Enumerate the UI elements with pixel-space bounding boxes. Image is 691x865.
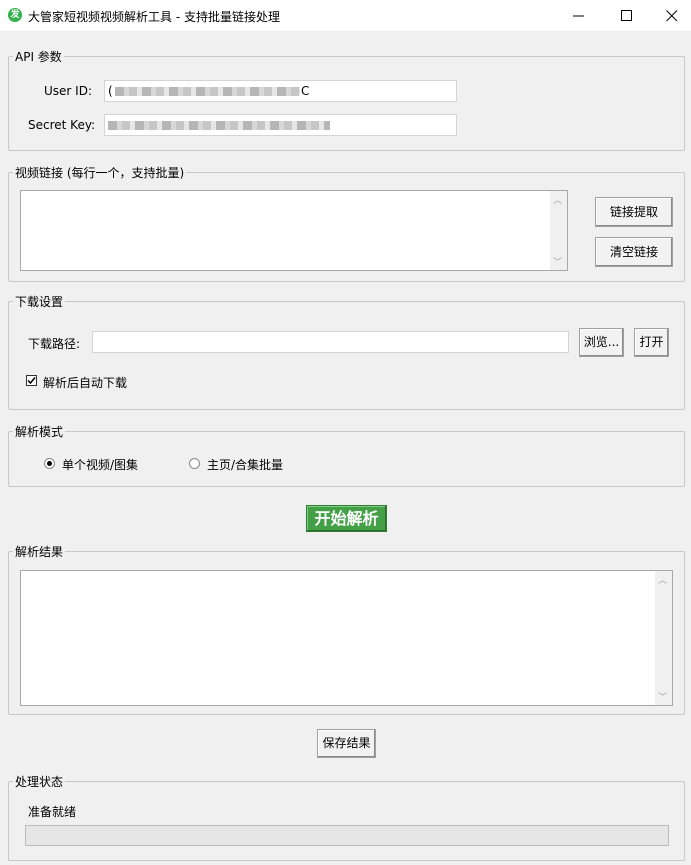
maximize-button[interactable] [603,0,649,31]
save-results-label: 保存结果 [322,736,371,750]
results-scroll-down-icon[interactable]: ﹀ [658,690,667,703]
user-id-suffix: C [301,84,310,98]
open-folder-label: 打开 [639,335,664,349]
scroll-up-icon[interactable]: ︿ [553,193,562,206]
results-textarea[interactable]: ︿ ﹀ [20,570,673,706]
status-legend: 处理状态 [15,775,64,789]
user-id-prefix: ( [108,84,113,98]
video-links-textarea[interactable]: ︿ ﹀ [20,190,568,271]
status-group: 处理状态 [8,773,685,861]
mode-single-radio[interactable] [44,458,55,469]
clear-links-label: 清空链接 [609,245,658,259]
auto-download-label: 解析后自动下载 [43,376,128,390]
app-icon: 发 [8,8,22,22]
extract-links-button[interactable]: 链接提取 [595,197,673,227]
results-legend: 解析结果 [15,545,64,559]
download-path-field[interactable] [92,331,569,353]
video-links-scrollbar[interactable]: ︿ ﹀ [550,191,567,270]
download-path-label: 下载路径: [28,337,81,351]
window-title: 大管家短视频视频解析工具 - 支持批量链接处理 [28,10,280,24]
secret-key-field[interactable] [104,114,457,136]
progress-bar [25,825,669,846]
extract-links-label: 链接提取 [609,205,658,219]
title-bar: 发 大管家短视频视频解析工具 - 支持批量链接处理 [0,0,691,31]
maximize-icon [621,10,632,21]
parse-mode-legend: 解析模式 [15,425,64,439]
results-scroll-up-icon[interactable]: ︿ [658,573,667,586]
secret-key-redacted [108,121,330,130]
close-button[interactable] [648,0,691,31]
browse-button[interactable]: 浏览... [579,328,624,357]
close-icon [666,10,678,22]
auto-download-checkbox[interactable] [26,375,37,386]
start-parse-button[interactable]: 开始解析 [306,505,387,532]
browse-label: 浏览... [583,335,620,349]
results-scrollbar[interactable]: ︿ ﹀ [655,571,672,705]
minimize-button[interactable] [555,0,601,31]
clear-links-button[interactable]: 清空链接 [595,237,673,267]
user-id-field[interactable]: ( C [104,80,457,102]
secret-key-label: Secret Key: [28,118,96,132]
video-links-legend: 视频链接 (每行一个，支持批量) [15,166,185,180]
mode-single-label: 单个视频/图集 [62,458,139,472]
open-folder-button[interactable]: 打开 [634,328,669,357]
status-text: 准备就绪 [28,805,77,819]
checkmark-icon [27,377,36,385]
api-params-legend: API 参数 [15,50,62,64]
download-settings-legend: 下载设置 [15,295,64,309]
user-id-redacted [115,87,300,96]
save-results-button[interactable]: 保存结果 [317,729,376,758]
user-id-label: User ID: [44,84,92,98]
mode-batch-label: 主页/合集批量 [207,458,284,472]
scroll-down-icon[interactable]: ﹀ [553,255,562,268]
mode-batch-radio[interactable] [189,458,200,469]
parse-mode-group: 解析模式 [8,423,685,487]
minimize-icon [573,15,584,17]
